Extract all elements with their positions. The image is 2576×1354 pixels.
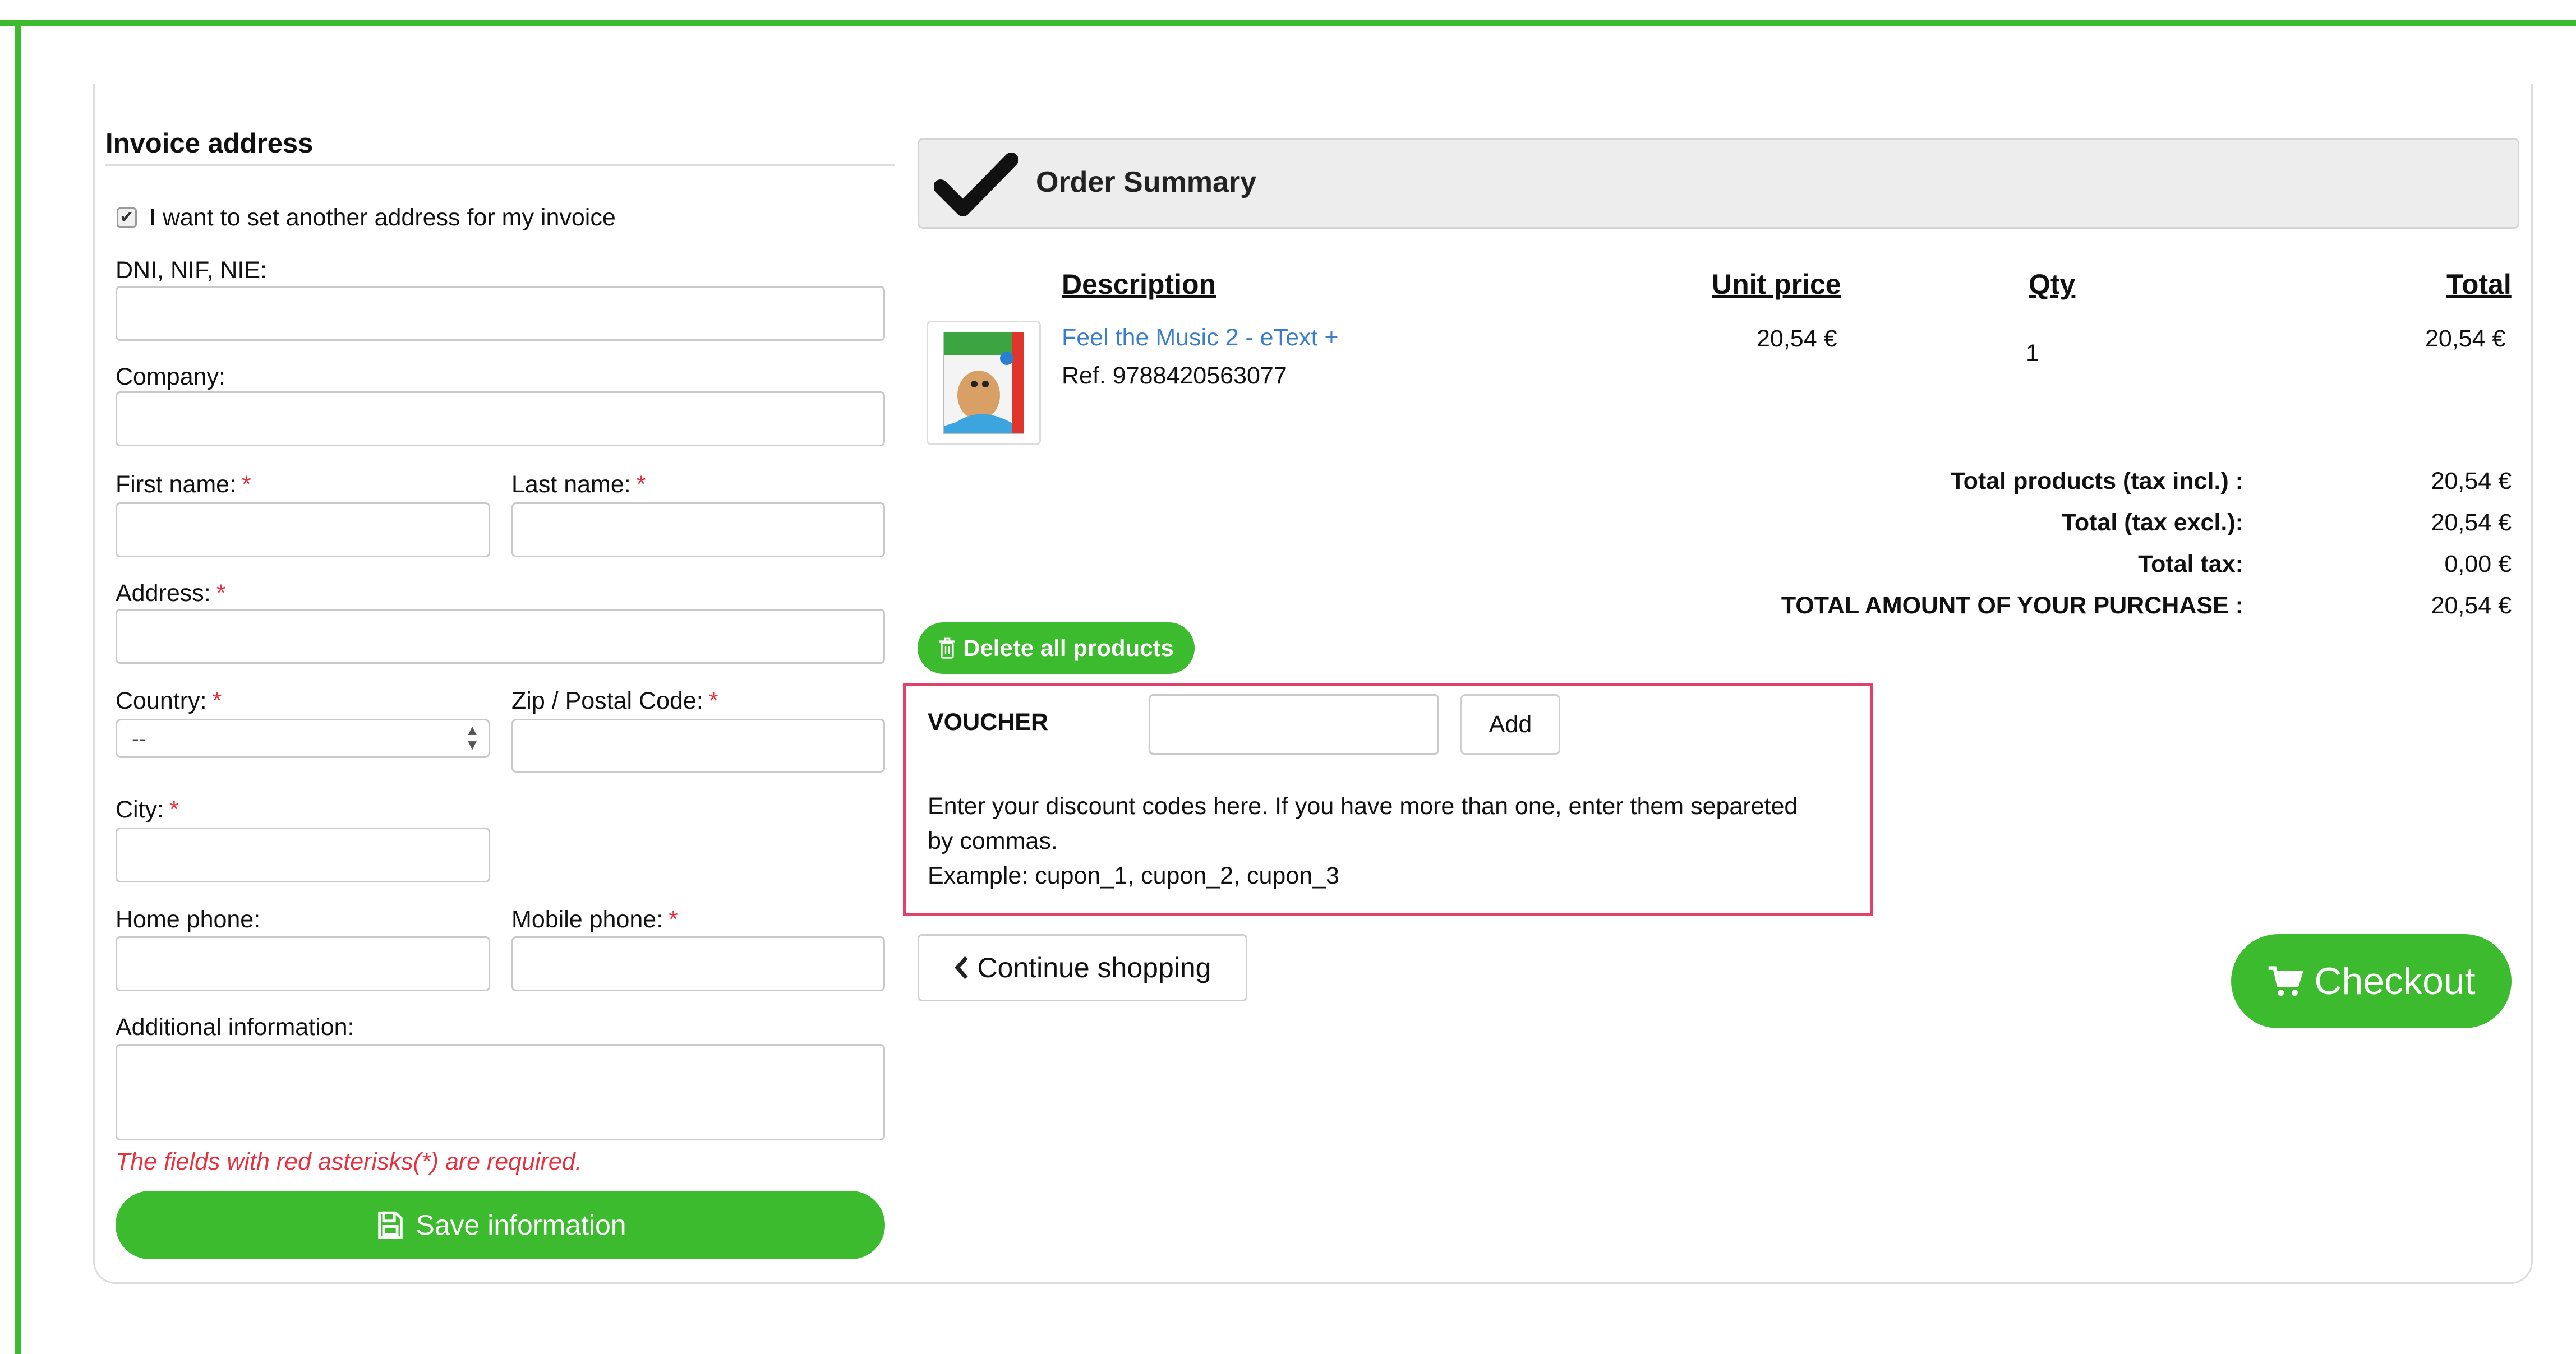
total-tax-value: 0,00 € [2444,551,2512,577]
zip-label: Zip / Postal Code: * [511,687,718,714]
voucher-label: VOUCHER [928,709,1049,736]
country-selected-value: -- [132,727,146,751]
product-total: 20,54 € [2425,325,2506,352]
continue-shopping-button[interactable]: Continue shopping [918,934,1247,1001]
another-address-label: I want to set another address for my inv… [149,204,616,231]
another-address-checkbox[interactable]: ✔ [117,207,137,228]
checkout-label: Checkout [2314,960,2476,1002]
country-label: Country: * [116,687,222,714]
trash-icon [939,637,956,659]
first-name-label: First name: * [116,471,251,498]
delete-all-products-label: Delete all products [963,635,1174,661]
save-icon [378,1211,403,1239]
home-phone-label: Home phone: [116,906,261,933]
company-label: Company: [116,363,225,390]
order-summary-header: Order Summary [918,138,2519,229]
total-amount-value: 20,54 € [2431,592,2512,619]
mobile-phone-label: Mobile phone: * [511,906,678,933]
last-name-label: Last name: * [511,471,646,498]
delete-all-products-button[interactable]: Delete all products [918,622,1195,674]
total-excl-value: 20,54 € [2431,509,2512,536]
required-fields-note: The fields with red asterisks(*) are req… [116,1148,582,1175]
select-arrows-icon: ▲ ▼ [465,722,480,753]
product-unit-price: 20,54 € [1757,325,1837,352]
checkout-button[interactable]: Checkout [2231,934,2512,1028]
total-tax-label: Total tax: [2138,551,2243,577]
product-thumbnail[interactable] [927,321,1041,445]
dni-input[interactable] [116,286,885,341]
col-total: Total [2446,269,2512,300]
home-phone-input[interactable] [116,936,490,991]
address-input[interactable] [116,609,885,664]
frame-top-border [0,20,2576,26]
save-information-label: Save information [416,1209,626,1241]
mobile-phone-input[interactable] [511,936,885,991]
city-label: City: * [116,796,179,823]
zip-input[interactable] [511,719,885,773]
chevron-left-icon [954,956,968,979]
voucher-help-line2: by commas. [928,828,1058,854]
frame-left-border [15,20,21,1354]
total-products-value: 20,54 € [2431,468,2512,495]
product-ref: Ref. 9788420563077 [1062,362,1287,389]
checkmark-icon [934,153,1018,216]
product-name-link[interactable]: Feel the Music 2 - eText + [1062,324,1339,352]
save-information-button[interactable]: Save information [116,1191,885,1259]
invoice-divider [105,164,895,166]
address-label: Address: * [116,580,226,607]
company-input[interactable] [116,391,885,446]
col-description: Description [1062,269,1216,300]
first-name-input[interactable] [116,502,490,557]
last-name-input[interactable] [511,502,885,557]
shopping-cart-icon [2269,966,2304,996]
total-amount-label: TOTAL AMOUNT OF YOUR PURCHASE : [1781,592,2243,619]
dni-label: DNI, NIF, NIE: [116,257,267,284]
total-excl-label: Total (tax excl.): [2061,509,2243,536]
voucher-help-line3: Example: cupon_1, cupon_2, cupon_3 [928,862,1339,889]
total-products-label: Total products (tax incl.) : [1950,468,2243,495]
country-select[interactable]: -- ▲ ▼ [116,719,490,758]
col-unit-price: Unit price [1712,269,1841,300]
order-summary-title: Order Summary [1036,166,1257,198]
col-qty: Qty [2029,269,2076,300]
invoice-title: Invoice address [105,128,314,159]
city-input[interactable] [116,828,490,882]
product-qty: 1 [2026,340,2039,367]
book-cover-image [943,332,1024,434]
continue-shopping-label: Continue shopping [977,952,1211,983]
voucher-add-button[interactable]: Add [1460,694,1560,755]
additional-info-label: Additional information: [116,1014,354,1041]
additional-info-textarea[interactable] [116,1044,885,1140]
voucher-help-line1: Enter your discount codes here. If you h… [928,793,1798,820]
voucher-input[interactable] [1149,694,1439,755]
